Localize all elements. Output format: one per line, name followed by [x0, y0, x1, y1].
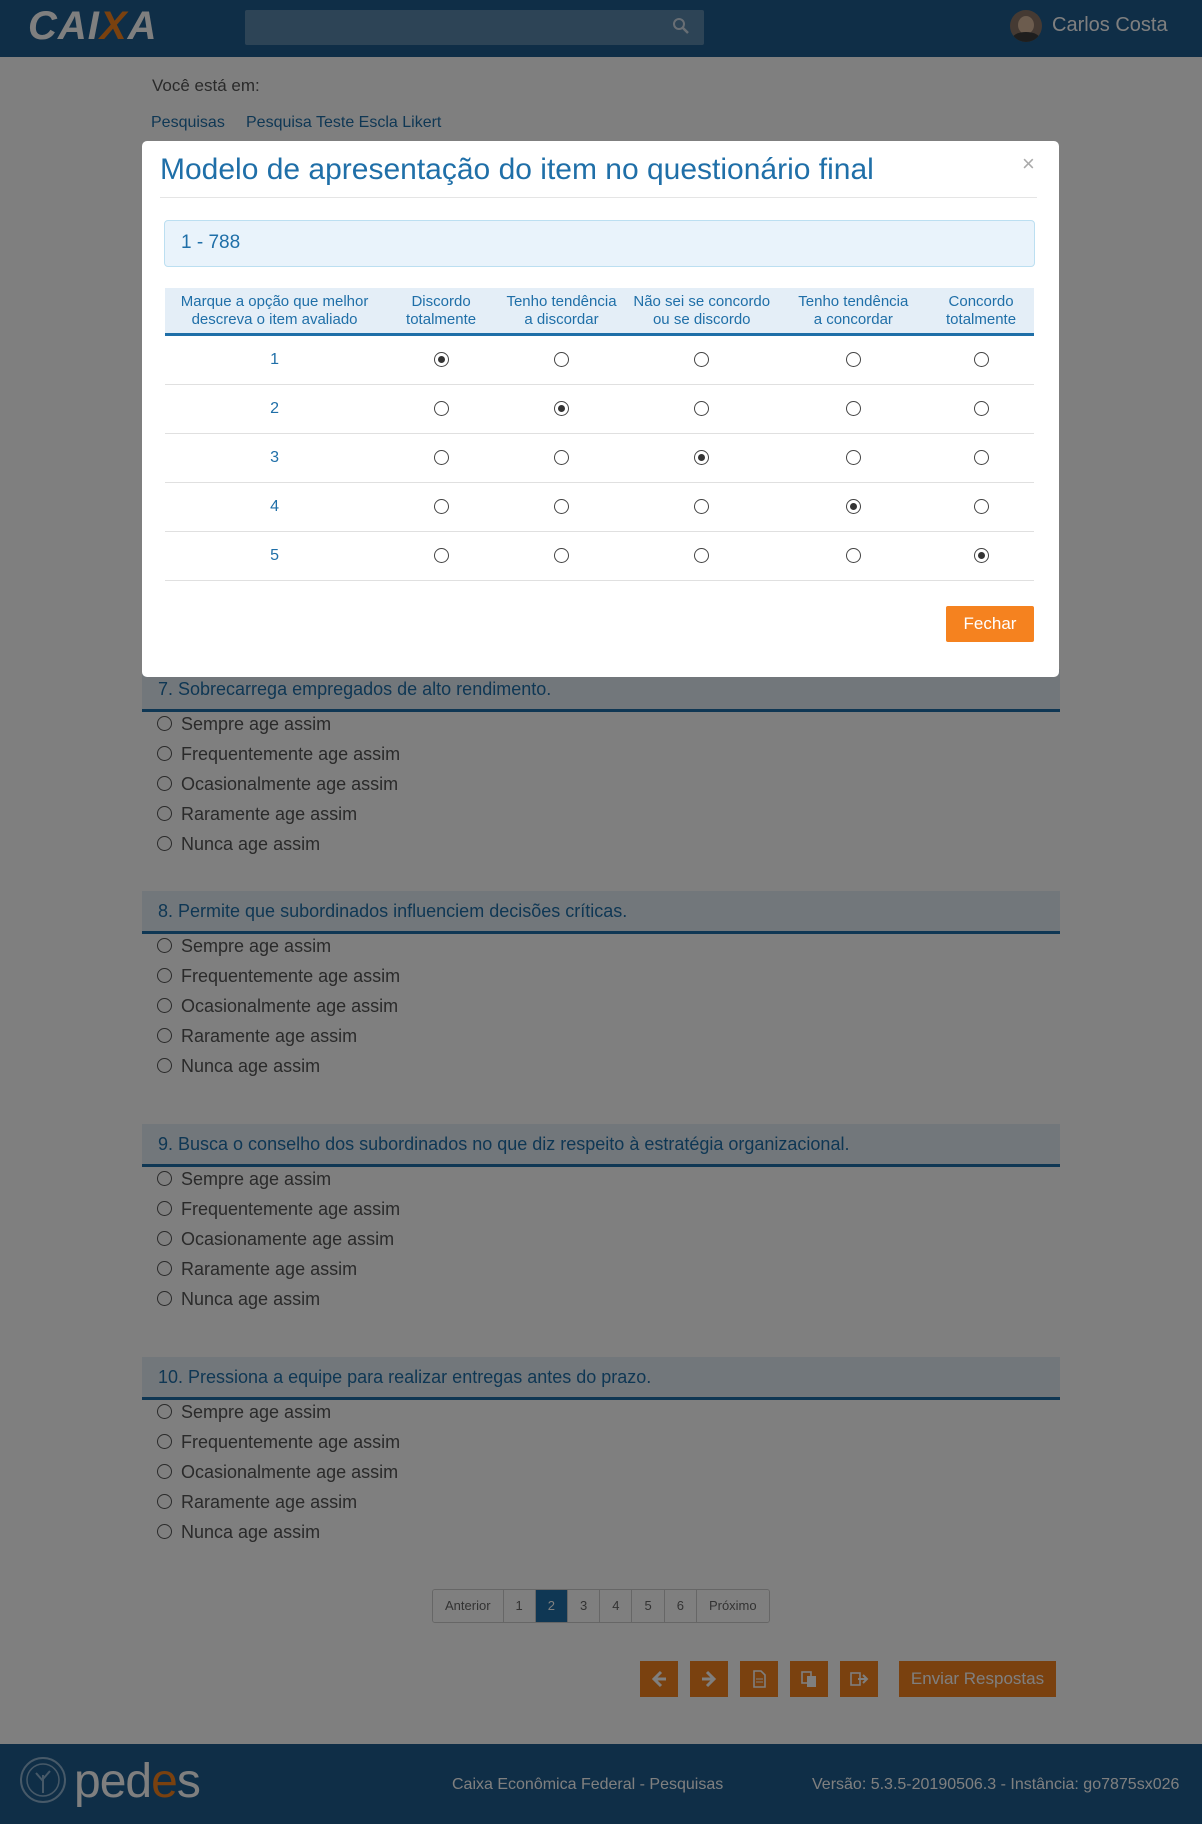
modal-title: Modelo de apresentação do item no questi…	[160, 153, 874, 186]
close-button[interactable]: Fechar	[946, 606, 1034, 642]
row-label: 4	[165, 482, 385, 532]
likert-cell	[498, 334, 625, 385]
likert-cell	[928, 433, 1034, 483]
likert-cell	[928, 482, 1034, 532]
likert-cell	[624, 482, 779, 532]
likert-header-first: Marque a opção que melhor descreva o item…	[165, 288, 385, 336]
likert-radio[interactable]	[694, 352, 710, 368]
likert-cell	[778, 384, 929, 434]
likert-cell	[384, 433, 499, 483]
likert-radio[interactable]	[845, 499, 861, 515]
likert-radio[interactable]	[973, 401, 989, 417]
likert-radio[interactable]	[845, 352, 861, 368]
likert-radio[interactable]	[554, 401, 569, 417]
likert-cell	[498, 384, 625, 434]
likert-cell	[498, 531, 625, 581]
likert-radio[interactable]	[554, 499, 569, 515]
header-line: ou se discordo	[652, 310, 751, 328]
row-label: 2	[165, 384, 385, 434]
likert-cell	[384, 531, 499, 581]
likert-cell	[498, 482, 625, 532]
likert-cell	[498, 433, 625, 483]
likert-cell	[778, 482, 929, 532]
row-label: 5	[165, 531, 385, 581]
likert-cell	[778, 334, 929, 385]
header-line: descreva o item avaliado	[191, 310, 358, 328]
item-label-box: 1 - 788	[164, 220, 1035, 267]
likert-radio[interactable]	[973, 450, 989, 466]
divider	[160, 197, 1037, 198]
likert-radio[interactable]	[433, 548, 449, 564]
likert-radio[interactable]	[433, 352, 449, 368]
likert-cell	[624, 433, 779, 483]
likert-cell	[384, 482, 499, 532]
header-line: Concordo	[948, 292, 1014, 310]
preview-modal: Modelo de apresentação do item no questi…	[142, 141, 1059, 677]
header-line: Tenho tendência	[506, 292, 617, 310]
likert-radio[interactable]	[694, 499, 710, 515]
likert-radio[interactable]	[973, 548, 989, 564]
header-line: Marque a opção que melhor	[180, 292, 369, 310]
likert-radio[interactable]	[973, 499, 989, 515]
likert-cell	[928, 531, 1034, 581]
likert-row: 1	[165, 334, 1034, 385]
likert-radio[interactable]	[845, 401, 861, 417]
likert-column-header: Tenho tendência a discordar	[498, 288, 625, 336]
likert-cell	[778, 433, 929, 483]
likert-radio[interactable]	[973, 352, 989, 368]
likert-cell	[928, 384, 1034, 434]
likert-radio[interactable]	[433, 401, 449, 417]
likert-column-header: Não sei se concordo ou se discordo	[624, 288, 779, 336]
header-line: Não sei se concordo	[633, 292, 771, 310]
likert-row: 2	[165, 384, 1034, 434]
likert-radio[interactable]	[845, 450, 861, 466]
likert-cell	[624, 384, 779, 434]
row-label: 1	[165, 334, 385, 385]
likert-radio[interactable]	[694, 450, 710, 466]
likert-cell	[624, 334, 779, 385]
likert-radio[interactable]	[554, 352, 569, 368]
row-label: 3	[165, 433, 385, 483]
likert-cell	[928, 334, 1034, 385]
likert-column-header: Tenho tendência a concordar	[778, 288, 929, 336]
likert-row: 4	[165, 482, 1034, 532]
header-line: a concordar	[813, 310, 893, 328]
likert-radio[interactable]	[433, 499, 449, 515]
header-line: a discordar	[524, 310, 599, 328]
likert-row: 3	[165, 433, 1034, 483]
close-icon[interactable]: ×	[1022, 151, 1035, 177]
likert-column-header: Discordo totalmente	[384, 288, 499, 336]
likert-radio[interactable]	[845, 548, 861, 564]
header-line: totalmente	[406, 310, 477, 328]
likert-radio[interactable]	[433, 450, 449, 466]
header-line: Discordo	[411, 292, 471, 310]
likert-radio[interactable]	[694, 548, 710, 564]
header-line: Tenho tendência	[798, 292, 909, 310]
likert-radio[interactable]	[694, 401, 710, 417]
likert-cell	[624, 531, 779, 581]
likert-cell	[778, 531, 929, 581]
likert-radio[interactable]	[554, 548, 569, 564]
likert-column-header: Concordo totalmente	[928, 288, 1034, 336]
likert-row: 5	[165, 531, 1034, 581]
header-line: totalmente	[946, 310, 1017, 328]
likert-table: Marque a opção que melhor descreva o item…	[165, 288, 1034, 581]
likert-cell	[384, 384, 499, 434]
likert-cell	[384, 334, 499, 385]
item-label: 1 - 788	[181, 232, 241, 253]
likert-radio[interactable]	[554, 450, 569, 466]
